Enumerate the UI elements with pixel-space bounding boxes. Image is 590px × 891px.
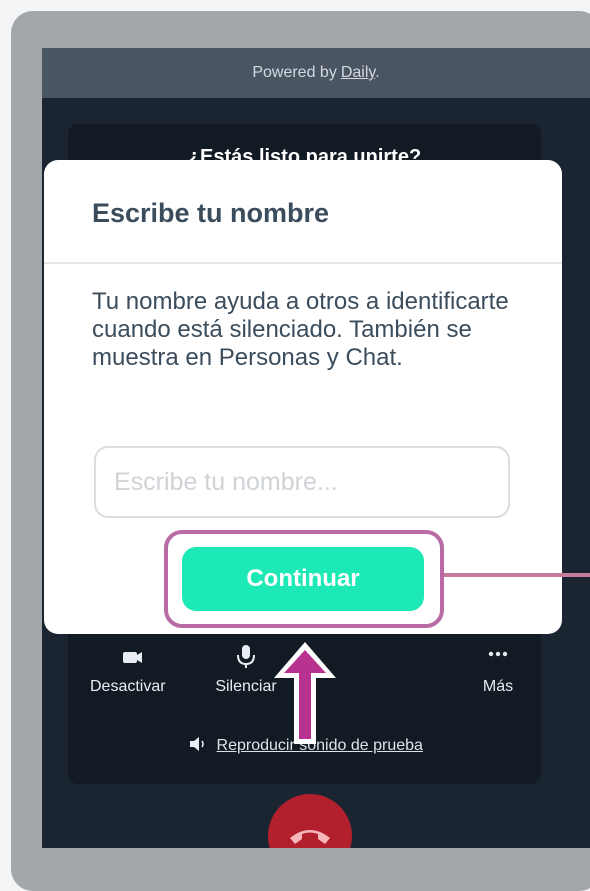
- name-input[interactable]: [94, 446, 510, 518]
- dialog-description: Tu nombre ayuda a otros a identificarte …: [92, 288, 509, 371]
- powered-by-suffix: .: [375, 64, 380, 81]
- phone-hangup-icon: [290, 830, 330, 844]
- end-call-button[interactable]: [268, 794, 352, 848]
- daily-link[interactable]: Daily: [341, 64, 375, 81]
- callout-line: [444, 573, 590, 577]
- video-camera-icon: [90, 644, 166, 668]
- dialog-divider: [44, 262, 562, 264]
- more-button[interactable]: Más: [480, 644, 516, 696]
- camera-toggle-button[interactable]: Desactivar: [90, 644, 166, 696]
- continue-button[interactable]: Continuar: [182, 547, 424, 611]
- dialog-title: Escribe tu nombre: [92, 198, 330, 228]
- speaker-icon: [186, 737, 216, 754]
- up-arrow-indicator: [274, 642, 336, 744]
- camera-toggle-label: Desactivar: [90, 678, 166, 695]
- powered-by-bar: Powered by Daily.: [42, 48, 590, 98]
- powered-by-prefix: Powered by: [252, 64, 337, 81]
- more-dots-icon: [480, 644, 516, 668]
- more-label: Más: [482, 678, 514, 695]
